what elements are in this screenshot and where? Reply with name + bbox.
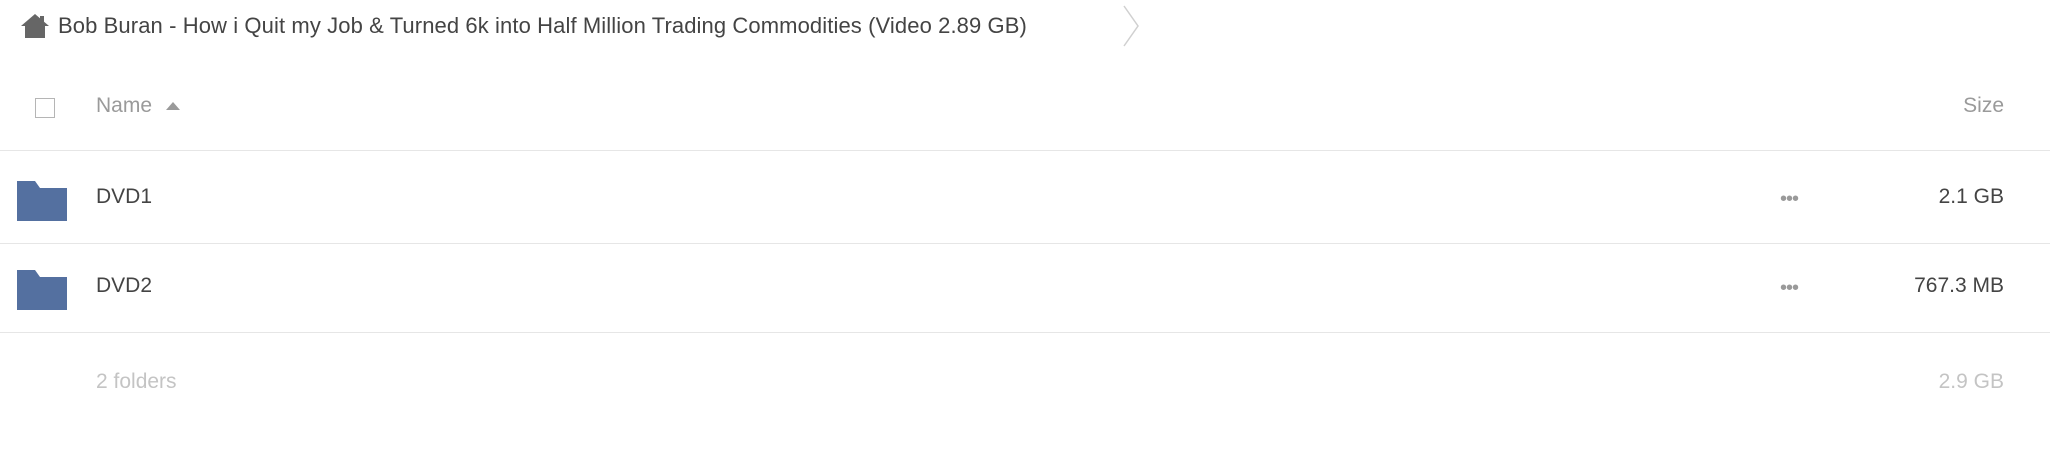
row-name[interactable]: DVD2 bbox=[96, 274, 152, 298]
more-options-icon[interactable]: ••• bbox=[1774, 274, 1804, 302]
home-icon[interactable] bbox=[18, 12, 52, 40]
column-header-name-label: Name bbox=[96, 94, 153, 117]
more-options-icon[interactable]: ••• bbox=[1774, 185, 1804, 213]
file-browser: Bob Buran - How i Quit my Job & Turned 6… bbox=[0, 0, 2050, 463]
breadcrumb-separator-icon bbox=[1123, 5, 1139, 47]
breadcrumb: Bob Buran - How i Quit my Job & Turned 6… bbox=[18, 0, 1027, 52]
row-name[interactable]: DVD1 bbox=[96, 185, 152, 209]
table-row[interactable]: DVD1 ••• 2.1 GB bbox=[0, 155, 2050, 244]
table-header: Name Size bbox=[0, 70, 2050, 151]
summary-count: 2 folders bbox=[96, 370, 177, 393]
folder-icon bbox=[17, 181, 67, 221]
sort-ascending-icon bbox=[166, 102, 181, 110]
row-size: 767.3 MB bbox=[1914, 274, 2004, 297]
folder-summary: 2 folders 2.9 GB bbox=[0, 360, 2050, 410]
column-header-name[interactable]: Name bbox=[96, 94, 181, 118]
breadcrumb-current-folder[interactable]: Bob Buran - How i Quit my Job & Turned 6… bbox=[58, 13, 1027, 39]
row-size: 2.1 GB bbox=[1938, 185, 2004, 208]
column-header-size[interactable]: Size bbox=[1963, 94, 2004, 118]
summary-size: 2.9 GB bbox=[1938, 370, 2004, 393]
folder-icon bbox=[17, 270, 67, 310]
table-row[interactable]: DVD2 ••• 767.3 MB bbox=[0, 244, 2050, 333]
select-all-checkbox[interactable] bbox=[35, 98, 55, 118]
